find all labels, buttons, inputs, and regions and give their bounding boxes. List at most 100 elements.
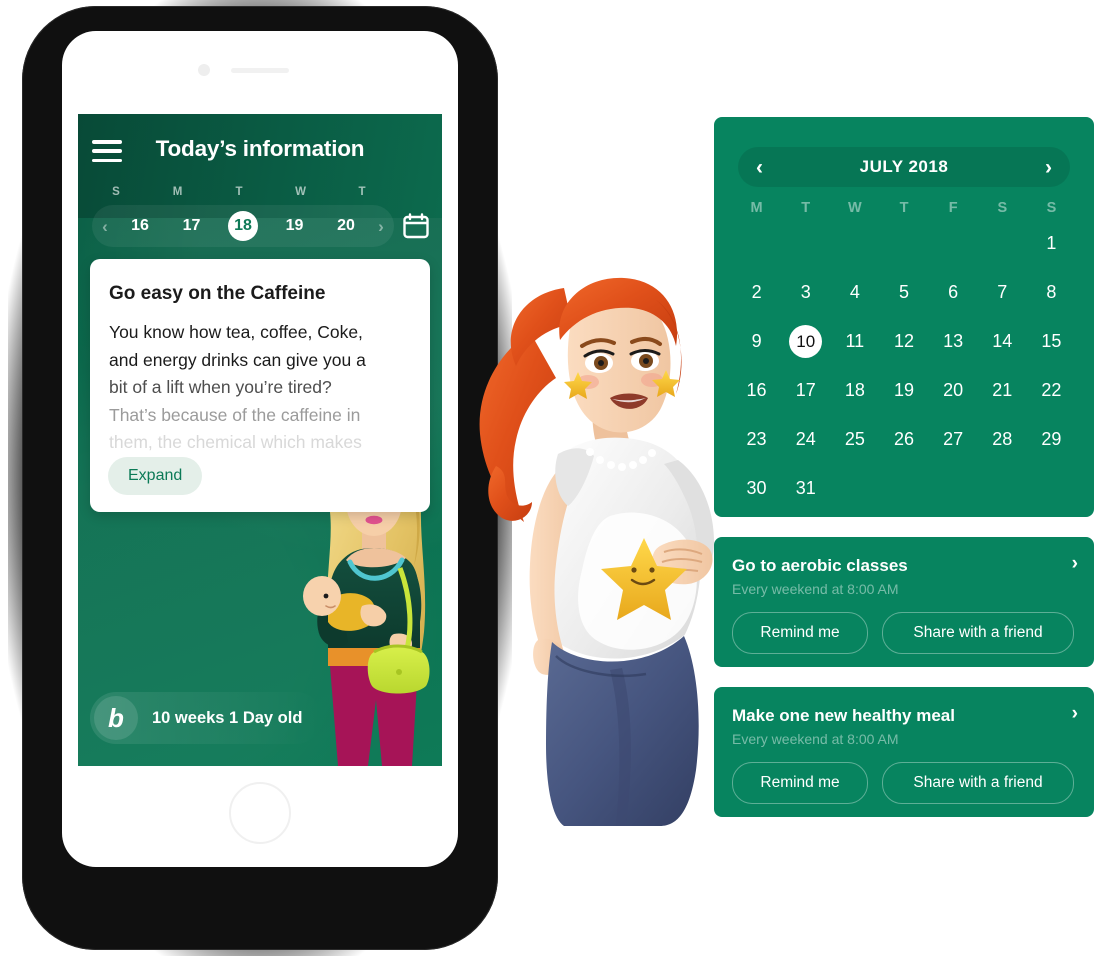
calendar-day-12[interactable]: 12 [879, 325, 928, 358]
calendar-day-13[interactable]: 13 [929, 325, 978, 358]
calendar-day-16[interactable]: 16 [732, 374, 781, 407]
tip-body-line: That’s because of the caffeine in [109, 404, 361, 425]
task-actions: Remind me Share with a friend [732, 612, 1074, 654]
share-with-a-friend-button[interactable]: Share with a friend [882, 612, 1074, 654]
calendar-prev-month-icon[interactable]: ‹ [756, 157, 763, 178]
calendar-day-4[interactable]: 4 [830, 276, 879, 309]
date-strip-days: 16 17 18 19 20 [118, 211, 368, 241]
weekday-label: W [295, 186, 306, 198]
task-title: Make one new healthy meal [732, 706, 955, 725]
calendar-weekday-label: S [1046, 200, 1057, 216]
tip-card-body: You know how tea, coffee, Coke, and ener… [109, 319, 409, 457]
date-strip-next-icon[interactable]: › [368, 218, 394, 235]
task-detail-chevron-icon[interactable]: › [1072, 554, 1078, 573]
phone-front-camera-icon [198, 64, 210, 76]
calendar-day-26[interactable]: 26 [879, 423, 928, 456]
calendar-panel: ‹ JULY 2018 › M T W T F S S 1 2 3 4 5 6 7 8 9 10 1… [714, 117, 1094, 517]
calendar-day-18[interactable]: 18 [830, 374, 879, 407]
calendar-day-28[interactable]: 28 [978, 423, 1027, 456]
calendar-empty-cell [879, 227, 928, 260]
date-strip: ‹ 16 17 18 19 20 › [92, 205, 394, 247]
task-schedule: Every weekend at 8:00 AM [732, 581, 899, 597]
weekday-label: S [112, 186, 120, 198]
tip-body-line: them, the chemical which makes [109, 432, 362, 452]
calendar-next-month-icon[interactable]: › [1045, 157, 1052, 178]
calendar-day-20[interactable]: 20 [929, 374, 978, 407]
calendar-day-2[interactable]: 2 [732, 276, 781, 309]
expand-button[interactable]: Expand [108, 457, 203, 495]
calendar-empty-cell [929, 227, 978, 260]
calendar-weekday-label: T [899, 200, 909, 216]
share-with-a-friend-button[interactable]: Share with a friend [882, 762, 1074, 804]
calendar-day-11[interactable]: 11 [830, 325, 879, 358]
phone-earpiece-speaker [231, 68, 289, 73]
calendar-weekday-label: F [948, 200, 958, 216]
calendar-day-9[interactable]: 9 [732, 325, 781, 358]
task-detail-chevron-icon[interactable]: › [1072, 704, 1078, 723]
page-title: Today’s information [155, 136, 365, 161]
calendar-day-10-selected[interactable]: 10 [781, 325, 830, 358]
calendar-icon[interactable] [403, 213, 429, 239]
calendar-day-7[interactable]: 7 [978, 276, 1027, 309]
task-title: Go to aerobic classes [732, 556, 908, 575]
calendar-day-21[interactable]: 21 [978, 374, 1027, 407]
calendar-weekday-label: S [997, 200, 1008, 216]
calendar-day-24[interactable]: 24 [781, 423, 830, 456]
calendar-day-3[interactable]: 3 [781, 276, 830, 309]
weekday-label: T [358, 186, 366, 198]
calendar-weekday-header: M T W T F S S [732, 200, 1076, 216]
calendar-month-nav: ‹ JULY 2018 › [738, 147, 1070, 187]
calendar-day-25[interactable]: 25 [830, 423, 879, 456]
task-actions: Remind me Share with a friend [732, 762, 1074, 804]
calendar-day-17[interactable]: 17 [781, 374, 830, 407]
calendar-month-label: JULY 2018 [859, 157, 949, 176]
task-card-aerobic-classes: Go to aerobic classes Every weekend at 8… [714, 537, 1094, 667]
tip-body-line: bit of a lift when you’re tired? [109, 377, 332, 397]
tip-card-title: Go easy on the Caffeine [109, 283, 326, 304]
date-strip-day-17[interactable]: 17 [172, 211, 212, 241]
app-header: Today’s information S M T W T ‹ 16 17 18… [78, 114, 442, 247]
calendar-day-6[interactable]: 6 [929, 276, 978, 309]
calendar-empty-cell [781, 227, 830, 260]
calendar-day-29[interactable]: 29 [1027, 423, 1076, 456]
date-strip-weekday-labels: S M T W T [96, 186, 382, 198]
task-schedule: Every weekend at 8:00 AM [732, 731, 899, 747]
date-strip-day-16[interactable]: 16 [120, 211, 160, 241]
calendar-weekday-label: W [848, 200, 862, 216]
date-strip-day-19[interactable]: 19 [275, 211, 315, 241]
calendar-day-1[interactable]: 1 [1027, 227, 1076, 260]
weekday-label: M [172, 186, 183, 198]
calendar-day-14[interactable]: 14 [978, 325, 1027, 358]
calendar-day-22[interactable]: 22 [1027, 374, 1076, 407]
calendar-day-23[interactable]: 23 [732, 423, 781, 456]
tip-body-line: and energy drinks can give you a [109, 349, 366, 370]
baby-age-badge: b 10 weeks 1 Day old [90, 692, 323, 744]
tip-body-line: You know how tea, coffee, Coke, [109, 322, 363, 342]
phone-home-button[interactable] [229, 782, 291, 844]
date-strip-prev-icon[interactable]: ‹ [92, 218, 118, 235]
calendar-empty-cell [978, 227, 1027, 260]
calendar-day-27[interactable]: 27 [929, 423, 978, 456]
calendar-day-19[interactable]: 19 [879, 374, 928, 407]
calendar-day-15[interactable]: 15 [1027, 325, 1076, 358]
task-card-healthy-meal: Make one new healthy meal Every weekend … [714, 687, 1094, 817]
tip-card: Go easy on the Caffeine You know how tea… [90, 259, 430, 512]
calendar-day-grid: 1 2 3 4 5 6 7 8 9 10 11 12 13 14 15 16 17 18 19 20 21 22 23 24 2… [732, 227, 1076, 505]
calendar-day-31[interactable]: 31 [781, 472, 830, 505]
baby-age-text: 10 weeks 1 Day old [152, 708, 303, 727]
remind-me-button[interactable]: Remind me [732, 762, 868, 804]
remind-me-button[interactable]: Remind me [732, 612, 868, 654]
calendar-day-8[interactable]: 8 [1027, 276, 1076, 309]
app-logo-icon: b [94, 696, 138, 740]
pregnant-woman-illustration [479, 277, 714, 826]
calendar-day-5[interactable]: 5 [879, 276, 928, 309]
weekday-label: T [235, 186, 243, 198]
calendar-weekday-label: M [750, 200, 763, 216]
screenshot-stage: Today’s information S M T W T ‹ 16 17 18… [0, 0, 1094, 956]
date-strip-day-20[interactable]: 20 [326, 211, 366, 241]
calendar-weekday-label: T [801, 200, 811, 216]
date-strip-day-18-selected[interactable]: 18 [228, 211, 258, 241]
calendar-empty-cell [732, 227, 781, 260]
phone-screen: Today’s information S M T W T ‹ 16 17 18… [78, 114, 442, 766]
calendar-day-30[interactable]: 30 [732, 472, 781, 505]
